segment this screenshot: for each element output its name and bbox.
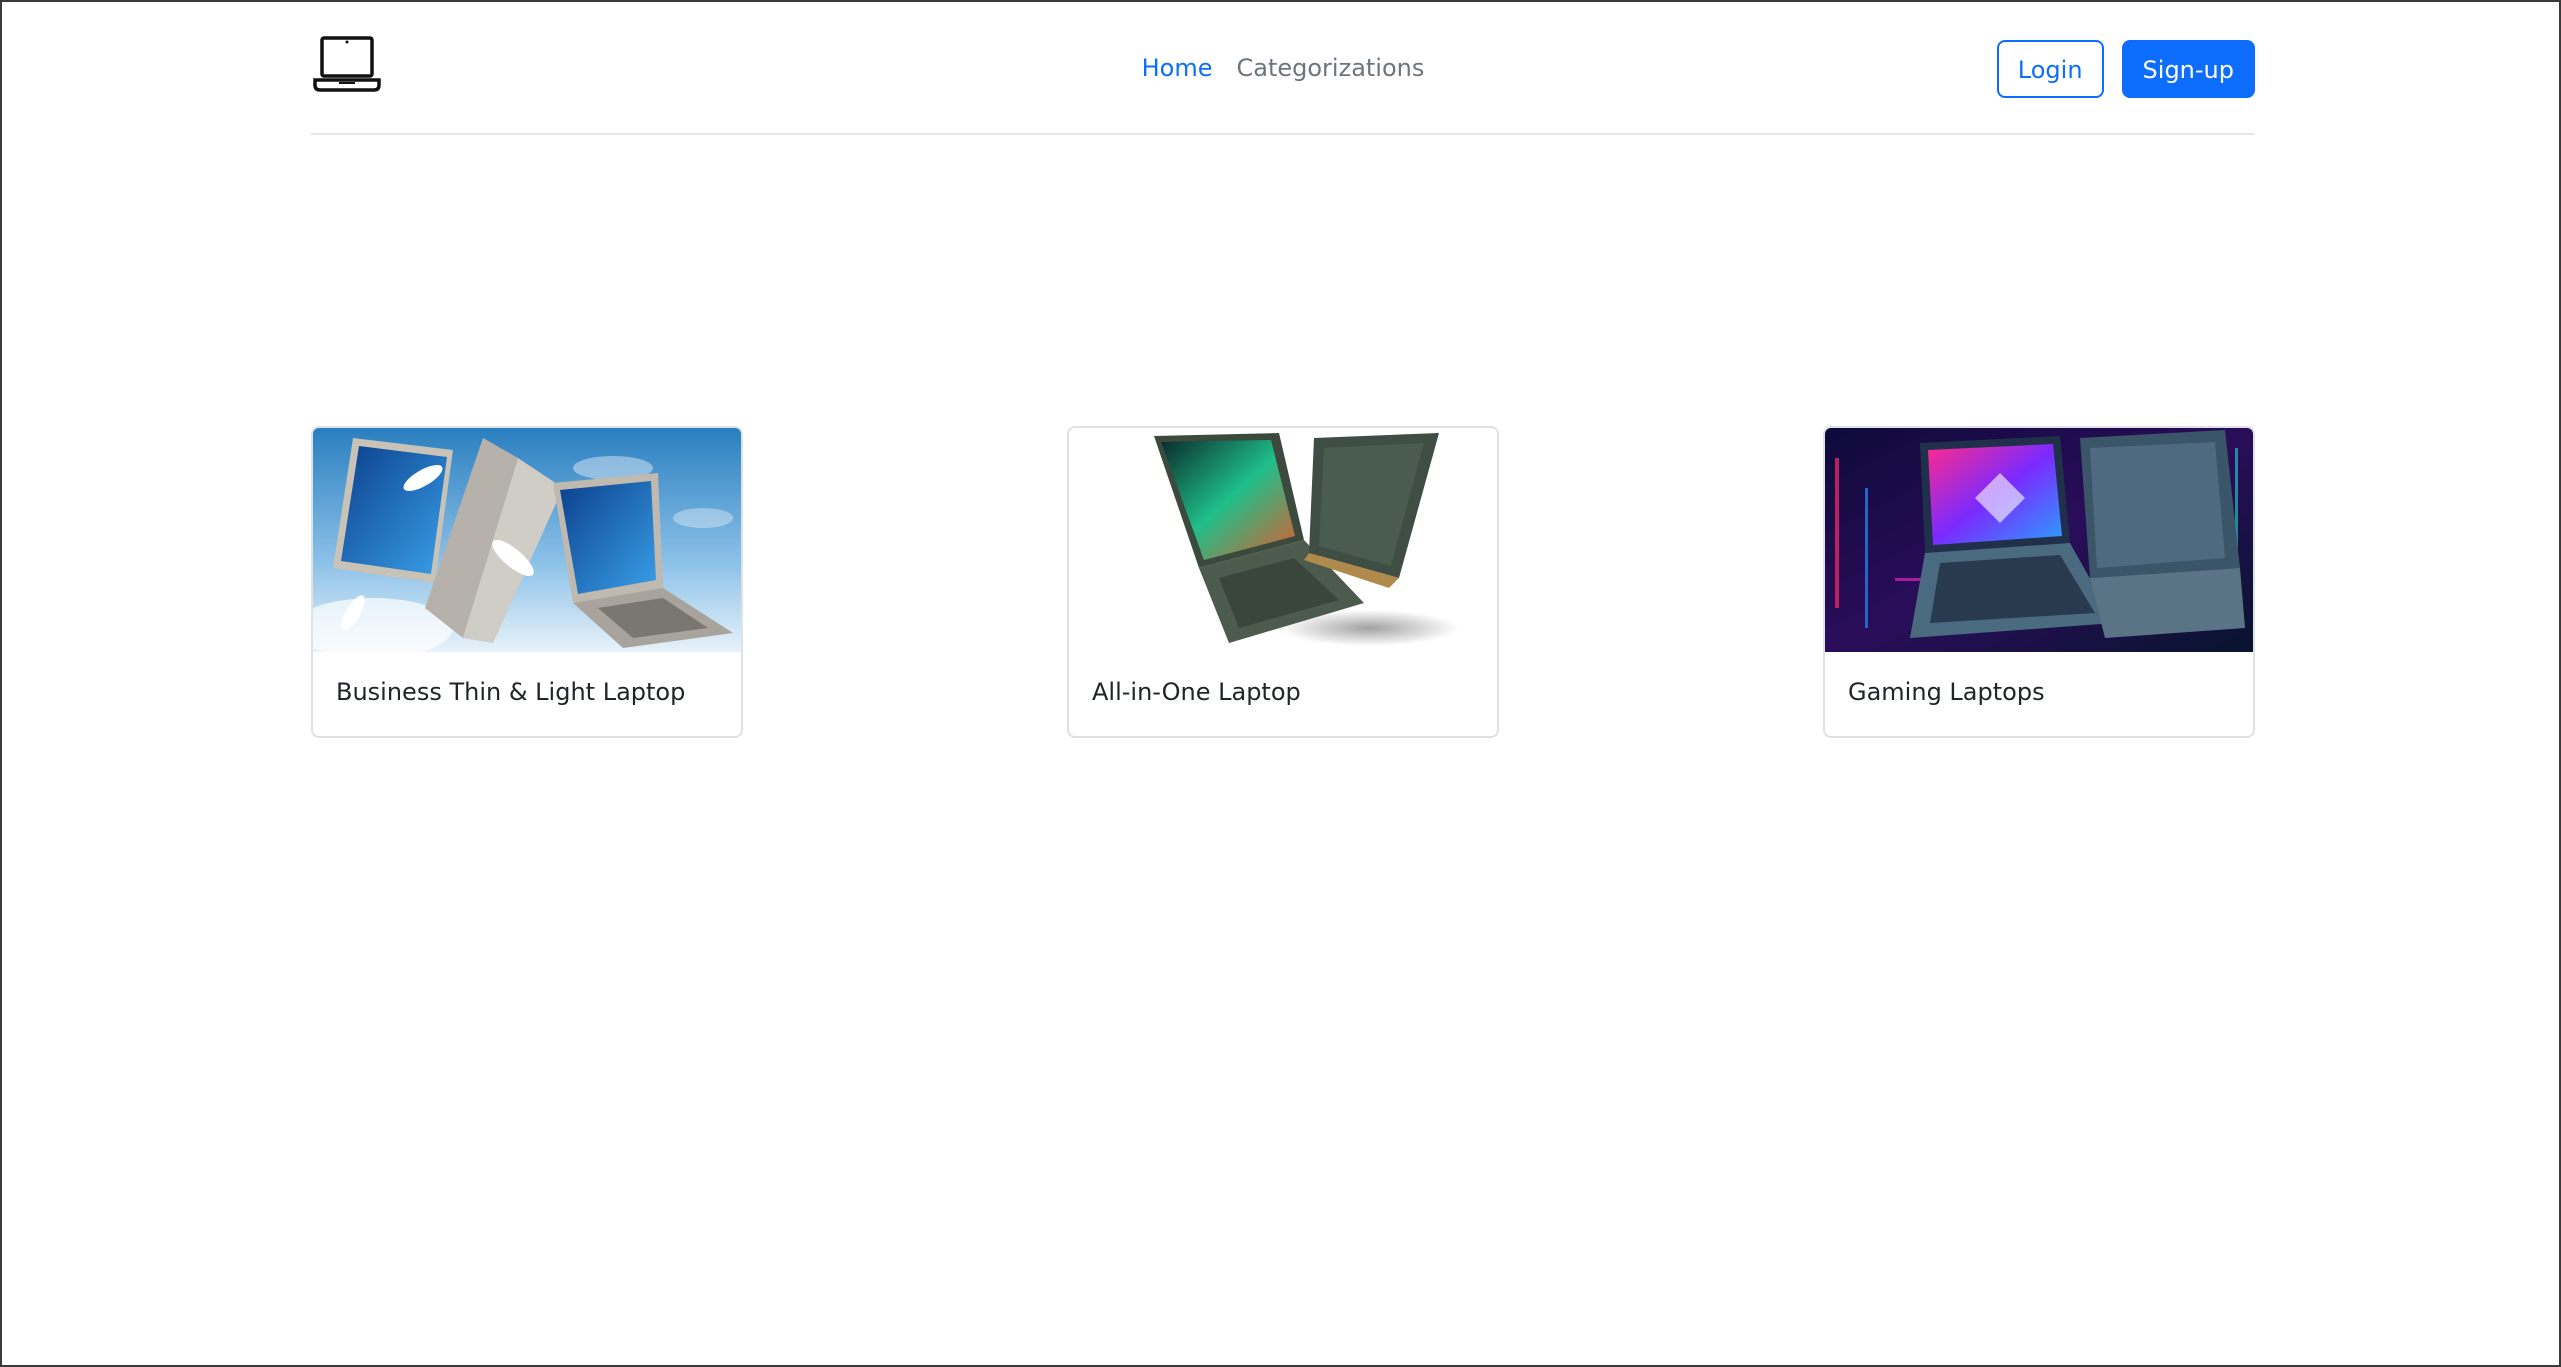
category-card-gaming[interactable]: Gaming Laptops bbox=[1823, 426, 2255, 738]
category-title: Gaming Laptops bbox=[1848, 678, 2045, 706]
main-nav: Home Categorizations bbox=[311, 54, 2255, 82]
category-cards: Business Thin & Light Laptop All-in-One … bbox=[311, 426, 2255, 738]
business-laptop-image bbox=[313, 428, 741, 652]
auth-buttons: Login Sign-up bbox=[1996, 40, 2255, 98]
nav-categorizations-link[interactable]: Categorizations bbox=[1237, 54, 1425, 82]
category-title: All-in-One Laptop bbox=[1092, 678, 1301, 706]
site-header: Home Categorizations Login Sign-up bbox=[311, 2, 2255, 135]
login-button[interactable]: Login bbox=[1996, 40, 2104, 98]
nav-home-link[interactable]: Home bbox=[1142, 54, 1213, 82]
all-in-one-laptop-image bbox=[1069, 428, 1497, 652]
page-container: Home Categorizations Login Sign-up Busin… bbox=[311, 2, 2255, 738]
gaming-laptop-image bbox=[1825, 428, 2253, 652]
signup-button[interactable]: Sign-up bbox=[2121, 40, 2255, 98]
category-title: Business Thin & Light Laptop bbox=[336, 678, 686, 706]
category-card-business[interactable]: Business Thin & Light Laptop bbox=[311, 426, 743, 738]
category-card-all-in-one[interactable]: All-in-One Laptop bbox=[1067, 426, 1499, 738]
